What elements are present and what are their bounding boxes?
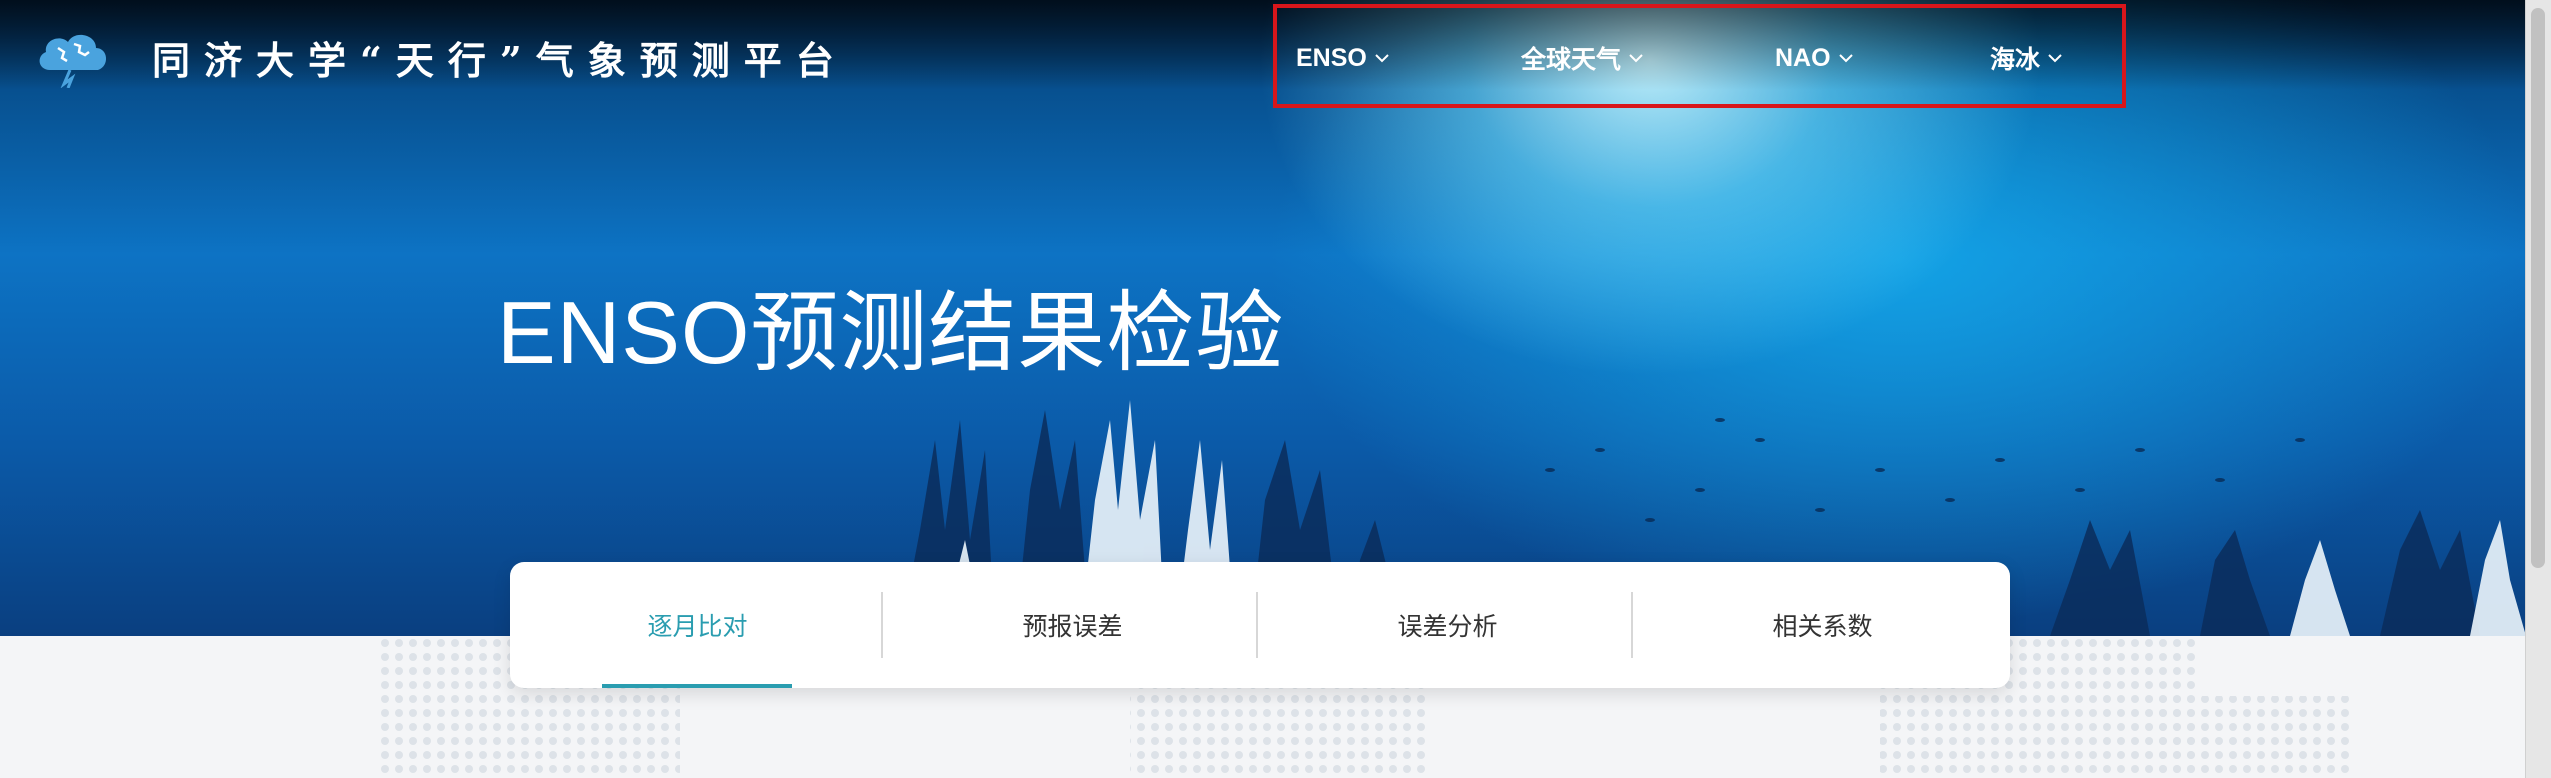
tab-divider	[1256, 592, 1258, 658]
result-tabs: 逐月比对 预报误差 误差分析 相关系数	[510, 562, 2010, 688]
nav-item-nao[interactable]: NAO	[1775, 40, 1855, 76]
tab-correlation-coefficient[interactable]: 相关系数	[1635, 562, 2010, 688]
nav-item-enso[interactable]: ENSO	[1296, 40, 1391, 76]
tab-error-analysis[interactable]: 误差分析	[1260, 562, 1635, 688]
nav-item-label: 全球天气	[1521, 46, 1622, 74]
nav-item-label: ENSO	[1296, 43, 1367, 72]
chevron-down-icon	[2048, 54, 2062, 63]
tab-label: 相关系数	[1772, 612, 1873, 641]
chevron-down-icon	[1375, 54, 1389, 63]
chevron-down-icon	[1629, 54, 1643, 63]
tab-forecast-error[interactable]: 预报误差	[885, 562, 1260, 688]
cloud-globe-lightning-icon[interactable]	[34, 26, 110, 88]
vertical-scrollbar[interactable]	[2525, 0, 2551, 778]
tab-label: 逐月比对	[647, 612, 748, 641]
nav-item-label: NAO	[1775, 43, 1831, 72]
tab-monthly-comparison[interactable]: 逐月比对	[510, 562, 885, 688]
tab-label: 预报误差	[1022, 612, 1123, 641]
tab-divider	[881, 592, 883, 658]
tab-label: 误差分析	[1397, 612, 1498, 641]
page-heading: ENSO预测结果检验	[497, 283, 1285, 382]
nav-item-global-weather[interactable]: 全球天气	[1521, 40, 1645, 76]
scrollbar-thumb[interactable]	[2531, 8, 2545, 568]
active-tab-underline	[602, 684, 792, 688]
chevron-down-icon	[1838, 54, 1853, 63]
nav-item-sea-ice[interactable]: 海冰	[1990, 40, 2064, 76]
nav-item-label: 海冰	[1990, 46, 2041, 74]
tab-divider	[1631, 592, 1633, 658]
site-title[interactable]: 同济大学“天行”气象预测平台	[152, 30, 848, 85]
